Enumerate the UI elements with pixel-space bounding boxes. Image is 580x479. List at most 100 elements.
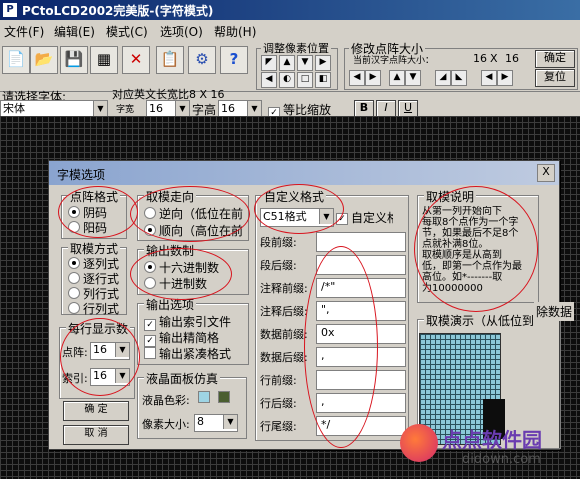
- mirror-icon[interactable]: ◧: [315, 72, 331, 88]
- width-increase-icon[interactable]: ▶: [365, 70, 381, 86]
- dot-format-group: 点阵格式 阴码 阳码: [61, 188, 127, 239]
- custom-row-input[interactable]: ,: [316, 393, 406, 413]
- custom-row-input[interactable]: [316, 232, 406, 252]
- lcd-color-swatch[interactable]: [198, 391, 210, 403]
- chevron-down-icon[interactable]: ▼: [319, 209, 333, 224]
- help-line: 取模顺序是从高到: [422, 250, 502, 261]
- custom-row-label: 数据后缀:: [260, 351, 308, 364]
- watermark-logo-icon: [400, 424, 438, 462]
- output-tight-checkbox[interactable]: 输出紧凑格式: [144, 345, 231, 362]
- help-line: 低，即第一个点作为最: [422, 261, 522, 272]
- delete-icon[interactable]: ✕: [122, 46, 150, 74]
- pixel-size-value: 8: [197, 415, 204, 428]
- radio-decimal[interactable]: 十进制数: [144, 275, 207, 292]
- dot-restore-button[interactable]: 复位: [535, 69, 575, 87]
- width-decrease-icon[interactable]: ◀: [349, 70, 365, 86]
- radio-forward[interactable]: 顺向（高位在前: [144, 222, 243, 239]
- custom-format-legend: 自定义格式: [262, 188, 327, 205]
- move-right-icon[interactable]: ▶: [497, 70, 513, 86]
- dot-size-hint: 当前汉字点阵大小：: [353, 56, 435, 66]
- output-tight-label: 输出紧凑格式: [159, 347, 232, 361]
- app-icon: P: [3, 3, 17, 17]
- output-index-label: 输出索引文件: [159, 315, 232, 329]
- menu-file[interactable]: 文件(F): [4, 23, 44, 40]
- dot-per-line-combo[interactable]: 16 ▼: [90, 342, 130, 360]
- menu-bar: 文件(F) 编辑(E) 模式(C) 选项(O) 帮助(H): [0, 20, 580, 40]
- shift-up-left-icon[interactable]: ◤: [261, 55, 277, 71]
- invert-icon[interactable]: ◐: [279, 72, 295, 88]
- custom-row-input[interactable]: [316, 255, 406, 275]
- open-folder-icon[interactable]: 📂: [30, 46, 58, 74]
- output-options-group: 输出选项 ✓ 输出索引文件 ✓ 输出精简格 输出紧凑格式: [137, 296, 249, 365]
- dot-size-group: 修改点阵大小 当前汉字点阵大小： 16 X 16 确定 ◀ ▶ ▲ ▼ ◢ ◣ …: [344, 40, 578, 90]
- lcd-sim-group: 液晶面板仿真 液晶色彩: 像素大小: 8 ▼: [137, 370, 247, 439]
- lcd-color-label: 液晶色彩:: [142, 394, 190, 407]
- lcd-color-swatch-2[interactable]: [218, 391, 230, 403]
- shift-up-icon[interactable]: ▲: [279, 55, 295, 71]
- watermark-brand: 点点软件园: [442, 428, 542, 452]
- custom-format-checkbox[interactable]: ✓自定义格式: [336, 209, 393, 226]
- radio-positive[interactable]: 阳码: [68, 219, 107, 236]
- help-icon[interactable]: ?: [220, 46, 248, 74]
- format-combo[interactable]: C51格式 ▼: [260, 208, 334, 227]
- custom-row-input[interactable]: ",: [316, 301, 406, 321]
- chevron-down-icon[interactable]: ▼: [175, 101, 189, 116]
- shift-right-icon[interactable]: ▶: [315, 55, 331, 71]
- generate-icon[interactable]: ▦: [90, 46, 118, 74]
- custom-row-label: 段后缀:: [260, 259, 297, 272]
- direction-group: 取模走向 逆向（低位在前 顺向（高位在前: [137, 188, 249, 241]
- dot-format-legend: 点阵格式: [68, 188, 121, 205]
- menu-help[interactable]: 帮助(H): [214, 23, 256, 40]
- index-per-line-combo[interactable]: 16 ▼: [90, 368, 130, 386]
- custom-row-input[interactable]: /*": [316, 278, 406, 298]
- document-icon[interactable]: 📋: [156, 46, 184, 74]
- shift-left-icon[interactable]: ◀: [261, 72, 277, 88]
- close-icon[interactable]: X: [537, 164, 555, 182]
- cancel-button[interactable]: 取 消: [63, 425, 129, 445]
- dot-per-line-label: 点阵:: [62, 346, 88, 359]
- new-file-icon[interactable]: 📄: [2, 46, 30, 74]
- help-line: 从第一列开始向下: [422, 206, 502, 217]
- move-left-icon[interactable]: ◀: [481, 70, 497, 86]
- radio-reverse[interactable]: 逆向（低位在前: [144, 205, 243, 222]
- radio-forward-label: 顺向（高位在前: [159, 224, 244, 238]
- dot-per-line-value: 16: [93, 343, 107, 356]
- font-options-dialog: 字模选项 X 点阵格式 阴码 阳码 取模方式 逐列式 逐行式 列行式 行列式 每…: [48, 160, 561, 450]
- pixel-size-combo[interactable]: 8 ▼: [194, 414, 238, 432]
- radio-by-column-label: 逐列式: [83, 257, 120, 271]
- chevron-down-icon[interactable]: ▼: [115, 369, 129, 383]
- chevron-down-icon[interactable]: ▼: [247, 101, 261, 116]
- settings-gear-icon[interactable]: ⚙: [188, 46, 216, 74]
- size-decrease-icon[interactable]: ◢: [435, 70, 451, 86]
- chevron-down-icon[interactable]: ▼: [93, 101, 107, 116]
- custom-row-input[interactable]: */: [316, 416, 406, 436]
- height-decrease-icon[interactable]: ▲: [389, 70, 405, 86]
- watermark-url: didown.com: [462, 452, 541, 467]
- ok-button[interactable]: 确 定: [63, 401, 129, 421]
- custom-row-label: 行尾缀:: [260, 420, 297, 433]
- radix-group: 输出数制 十六进制数 十进制数: [137, 242, 249, 295]
- chevron-down-icon[interactable]: ▼: [115, 343, 129, 357]
- height-increase-icon[interactable]: ▼: [405, 70, 421, 86]
- menu-edit[interactable]: 编辑(E): [54, 23, 95, 40]
- radio-row-column[interactable]: 行列式: [68, 300, 119, 317]
- dot-confirm-button[interactable]: 确定: [535, 50, 575, 68]
- char-width-label: 字宽: [116, 105, 135, 115]
- clear-icon[interactable]: □: [297, 72, 313, 88]
- shift-down-icon[interactable]: ▼: [297, 55, 313, 71]
- mode-group: 取模方式 逐列式 逐行式 列行式 行列式: [61, 240, 127, 317]
- custom-row-input[interactable]: 0x: [316, 324, 406, 344]
- demo-legend: 取模演示（从低位到: [424, 312, 537, 329]
- menu-options[interactable]: 选项(O): [160, 23, 203, 40]
- size-increase-icon[interactable]: ◣: [451, 70, 467, 86]
- radio-reverse-label: 逆向（低位在前: [159, 207, 244, 221]
- chevron-down-icon[interactable]: ▼: [223, 415, 237, 429]
- custom-row-label: 行前缀:: [260, 374, 297, 387]
- custom-row-input[interactable]: ,: [316, 347, 406, 367]
- index-per-line-label: 索引:: [62, 372, 88, 385]
- check-icon: ✓: [336, 213, 348, 225]
- menu-mode[interactable]: 模式(C): [106, 23, 148, 40]
- radio-hex[interactable]: 十六进制数: [144, 259, 219, 276]
- custom-row-input[interactable]: [316, 370, 406, 390]
- save-icon[interactable]: 💾: [60, 46, 88, 74]
